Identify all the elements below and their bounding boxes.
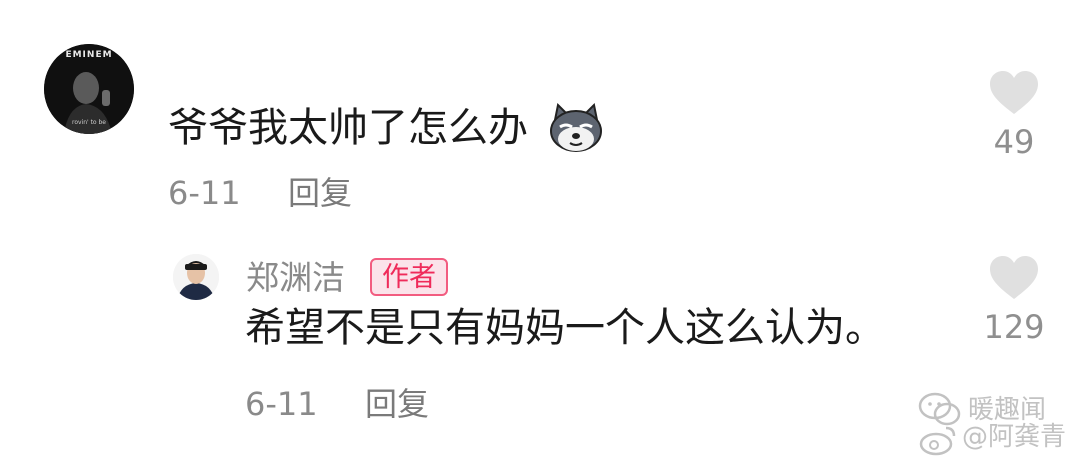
reply-like-heart-icon[interactable]: [988, 255, 1040, 301]
comment-date: 6-11: [168, 174, 241, 212]
avatar-brand-text: EMINEM: [65, 50, 113, 60]
reply-author-avatar[interactable]: [173, 254, 219, 300]
comment-like-heart-icon[interactable]: [988, 70, 1040, 116]
shiba-dog-emoji-icon: [548, 102, 604, 153]
weibo-icon: [918, 424, 958, 456]
reply-like-count: 129: [983, 308, 1045, 346]
watermark-handle: @阿龚青: [962, 422, 1067, 452]
reply-author-name[interactable]: 郑渊洁: [246, 257, 345, 299]
author-badge: 作者: [370, 258, 448, 296]
comment-text: 爷爷我太帅了怎么办: [168, 105, 528, 151]
comment-like-count: 49: [993, 123, 1035, 161]
reply-text: 希望不是只有妈妈一个人这么认为。: [245, 305, 885, 351]
commenter-avatar[interactable]: EMINEM rovin' to be: [44, 44, 134, 134]
reply-date: 6-11: [245, 385, 318, 423]
avatar-tagline-text: rovin' to be: [71, 119, 106, 126]
avatar-person-icon: [173, 254, 219, 300]
comment-reply-button[interactable]: 回复: [288, 173, 352, 213]
wechat-icon: [918, 392, 962, 428]
reply-reply-button[interactable]: 回复: [365, 384, 429, 424]
